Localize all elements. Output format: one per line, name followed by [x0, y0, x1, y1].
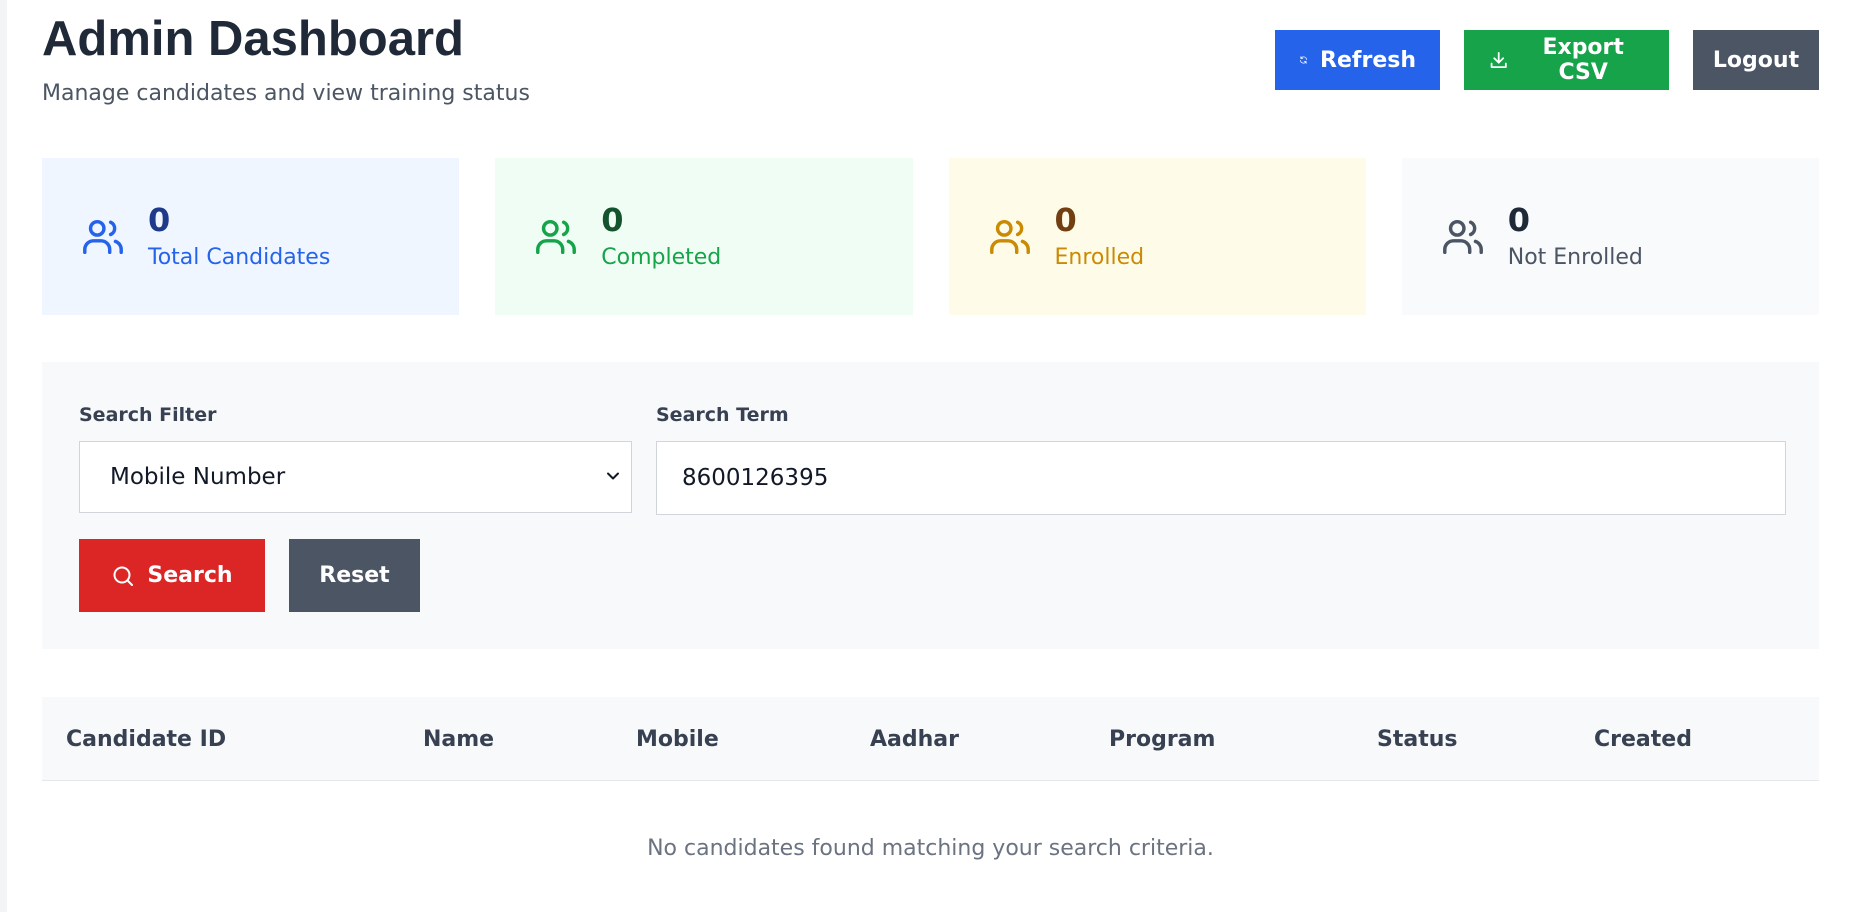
stat-card-total-candidates: 0 Total Candidates [42, 158, 460, 315]
users-icon [536, 219, 577, 254]
column-header-candidate-id[interactable]: Candidate ID [66, 697, 226, 781]
chevron-down-icon [607, 472, 619, 480]
column-header-mobile[interactable]: Mobile [636, 697, 719, 781]
reset-button-label: Reset [319, 563, 390, 588]
reset-button[interactable]: Reset [289, 539, 420, 612]
stat-label: Enrolled [1054, 244, 1145, 270]
stat-value: 0 [1507, 201, 1531, 240]
stat-card-enrolled: 0 Enrolled [948, 158, 1366, 315]
search-term-value: 8600126395 [682, 465, 829, 491]
admin-dashboard-page: Admin Dashboard Manage candidates and vi… [7, 0, 1869, 912]
search-button-label: Search [147, 563, 233, 588]
column-header-status[interactable]: Status [1377, 697, 1457, 781]
refresh-label: Refresh [1320, 47, 1416, 73]
stat-value: 0 [601, 201, 624, 240]
stat-card-not-enrolled: 0 Not Enrolled [1401, 158, 1819, 315]
export-csv-label: Export CSV [1542, 35, 1624, 85]
refresh-button[interactable]: Refresh [1275, 30, 1440, 90]
dashboard-header: Admin Dashboard Manage candidates and vi… [42, 10, 1819, 120]
filter-actions: Search Reset [79, 539, 420, 612]
column-header-created[interactable]: Created [1594, 697, 1692, 781]
logout-button[interactable]: Logout [1693, 30, 1819, 90]
users-icon [83, 219, 123, 254]
users-icon [1442, 219, 1483, 254]
users-icon [989, 219, 1030, 254]
search-filter-panel: Search Filter Mobile Number Search Term … [42, 362, 1819, 649]
candidates-table: Candidate ID Name Mobile Aadhar Program … [42, 697, 1819, 861]
table-header: Candidate ID Name Mobile Aadhar Program … [42, 697, 1819, 781]
stat-label: Not Enrolled [1507, 244, 1643, 270]
search-term-input[interactable]: 8600126395 [656, 441, 1786, 515]
header-actions: Refresh Export CSV Logout [1275, 30, 1819, 90]
stat-card-completed: 0 Completed [495, 158, 913, 315]
stat-value: 0 [1054, 201, 1077, 240]
refresh-icon [1300, 56, 1307, 64]
column-header-aadhar[interactable]: Aadhar [870, 697, 959, 781]
search-icon [113, 566, 134, 586]
search-filter-select[interactable]: Mobile Number [79, 441, 632, 513]
search-filter-label: Search Filter [79, 404, 217, 426]
stats-row: 0 Total Candidates 0 Completed 0 Enrolle… [42, 158, 1819, 315]
search-filter-value: Mobile Number [110, 464, 286, 490]
search-button[interactable]: Search [79, 539, 265, 612]
logout-label: Logout [1712, 47, 1800, 73]
empty-state-message: No candidates found matching your search… [647, 836, 1214, 861]
stat-label: Completed [601, 244, 722, 270]
column-header-name[interactable]: Name [423, 697, 494, 781]
download-icon [1490, 51, 1507, 69]
column-header-program[interactable]: Program [1109, 697, 1215, 781]
export-csv-button[interactable]: Export CSV [1464, 30, 1669, 90]
stat-value: 0 [148, 201, 171, 240]
stat-label: Total Candidates [148, 244, 331, 270]
search-term-label: Search Term [656, 404, 789, 426]
